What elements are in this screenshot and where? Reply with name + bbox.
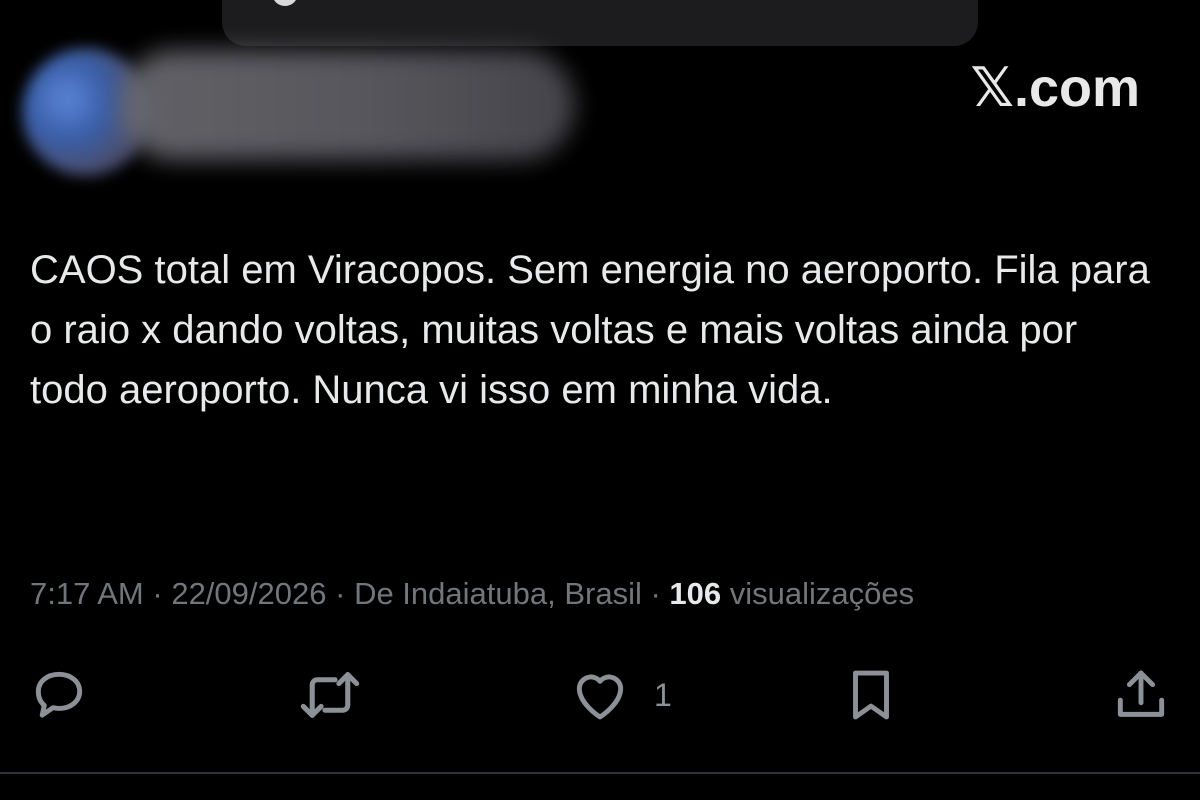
blurred-user-name [120,50,575,160]
meta-separator: · [335,576,346,611]
like-count: 1 [654,676,672,713]
tweet-metadata: 7:17 AM · 22/09/2026 · De Indaiatuba, Br… [30,574,914,614]
views-count[interactable]: 106 [669,576,721,611]
reply-button[interactable] [28,660,90,730]
meta-separator: · [650,576,661,611]
bookmark-icon [853,670,889,720]
tweet-date[interactable]: 22/09/2026 [171,576,326,611]
tweet-screen: 𝕏.com CAOS total em Viracopos. Sem energ… [0,0,1200,800]
heart-icon [576,674,624,720]
reply-icon [35,671,83,718]
retweet-icon [300,672,360,718]
views-label[interactable]: visualizações [730,576,914,611]
top-notification-pill [222,0,978,46]
like-button[interactable]: 1 [568,660,672,730]
tweet-location: De Indaiatuba, Brasil [354,576,642,611]
tweet-text: CAOS total em Viracopos. Sem energia no … [30,248,1150,412]
bookmark-button[interactable] [840,660,902,730]
site-label: 𝕏.com [970,58,1140,118]
meta-separator: · [152,576,163,611]
bottom-divider [0,772,1200,774]
status-dot-icon [272,0,298,6]
tweet-time[interactable]: 7:17 AM [30,576,144,611]
retweet-button[interactable] [297,660,363,730]
share-button[interactable] [1110,660,1172,730]
share-icon [1117,670,1165,717]
action-bar: 1 [0,660,1200,730]
